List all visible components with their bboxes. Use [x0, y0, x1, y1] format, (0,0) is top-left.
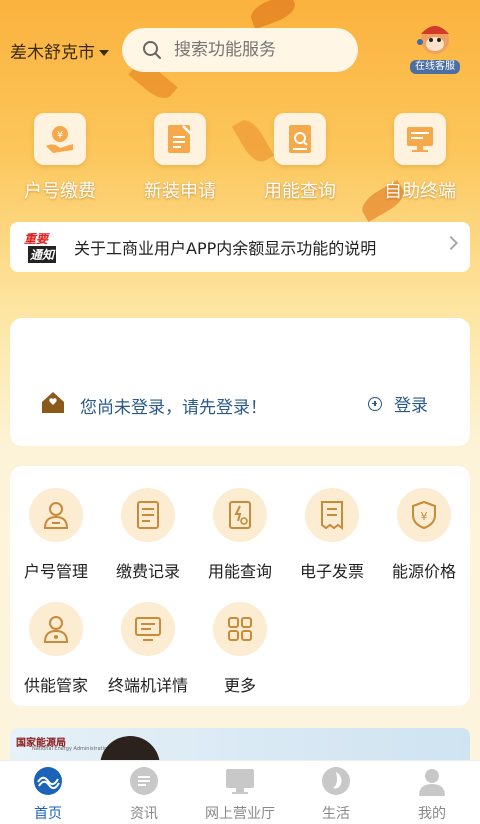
plus-circle-icon: [368, 396, 382, 411]
hand-yen-icon: ¥: [34, 113, 86, 165]
search-input[interactable]: [174, 40, 354, 60]
search-bar[interactable]: [122, 28, 358, 72]
tab-label: 首页: [34, 806, 62, 822]
city-name: 差木舒克市: [10, 43, 95, 63]
service-label: 能源价格: [391, 562, 456, 581]
grid-icon: [213, 602, 267, 656]
steward-icon: [29, 602, 83, 656]
life-icon: [320, 765, 352, 797]
service-payment-records[interactable]: 缴费记录: [102, 488, 194, 582]
service-label: 供能管家: [23, 676, 88, 695]
service-label: 终端机详情: [107, 676, 188, 695]
service-usage-query[interactable]: 用能查询: [194, 488, 286, 582]
profile-icon: [416, 765, 448, 797]
login-button[interactable]: 登录: [368, 391, 428, 416]
tab-profile[interactable]: 我的: [384, 761, 480, 824]
login-card: 您尚未登录，请先登录！ 登录: [10, 318, 470, 446]
search-icon: [143, 41, 161, 59]
home-logo-icon: [32, 765, 64, 797]
lightning-search-icon: [213, 488, 267, 542]
svg-text:¥: ¥: [57, 130, 63, 141]
service-more[interactable]: 更多: [194, 602, 286, 696]
tab-life[interactable]: 生活: [288, 761, 384, 824]
service-account-management[interactable]: 户号管理: [10, 488, 102, 582]
quick-action-new-install[interactable]: 新装申请: [120, 113, 240, 203]
tab-online-service-hall[interactable]: 网上营业厅: [192, 761, 288, 824]
quick-action-usage-query[interactable]: 用能查询: [240, 113, 360, 203]
tab-label: 生活: [322, 806, 350, 822]
service-label: 缴费记录: [115, 562, 180, 581]
city-selector[interactable]: 差木舒克市: [10, 38, 109, 63]
doc-search-icon: [274, 113, 326, 165]
record-doc-icon: [121, 488, 175, 542]
terminal-icon: [121, 602, 175, 656]
quick-action-label: 户号缴费: [24, 181, 96, 202]
quick-action-label: 新装申请: [144, 181, 216, 202]
quick-action-label: 用能查询: [264, 181, 336, 202]
notice-text: 关于工商业用户APP内余额显示功能的说明: [74, 239, 377, 258]
service-label: 户号管理: [23, 562, 88, 581]
quick-action-pay[interactable]: ¥ 户号缴费: [0, 113, 120, 203]
top-header: 差木舒克市 在线客服: [0, 26, 480, 74]
news-icon: [128, 765, 160, 797]
service-terminal-details[interactable]: 终端机详情: [102, 602, 194, 696]
tab-label: 我的: [418, 806, 446, 822]
home-icon: [42, 392, 64, 413]
tab-news[interactable]: 资讯: [96, 761, 192, 824]
svg-text:¥: ¥: [421, 510, 428, 523]
service-label: 电子发票: [299, 562, 364, 581]
login-button-label: 登录: [394, 396, 428, 416]
tab-home[interactable]: 首页: [0, 761, 96, 824]
monitor-icon: [394, 113, 446, 165]
badge-top-text: 重要: [24, 232, 49, 246]
service-label: 更多: [223, 676, 256, 695]
customer-service-button[interactable]: 在线客服: [408, 20, 462, 76]
person-icon: [29, 488, 83, 542]
quick-action-label: 自助终端: [384, 181, 456, 202]
service-label: 用能查询: [207, 562, 272, 581]
tab-label: 资讯: [130, 806, 158, 822]
decorative-leaf: [247, 0, 299, 30]
service-energy-price[interactable]: ¥ 能源价格: [378, 488, 470, 582]
service-energy-steward[interactable]: 供能管家: [10, 602, 102, 696]
invoice-icon: [305, 488, 359, 542]
quick-action-self-terminal[interactable]: 自助终端: [360, 113, 480, 203]
chevron-right-icon: [443, 235, 459, 251]
service-e-invoice[interactable]: 电子发票: [286, 488, 378, 582]
important-notice-badge: 重要 通知: [24, 230, 60, 264]
service-hall-icon: [224, 765, 256, 797]
badge-bottom-text: 通知: [28, 246, 57, 263]
shield-yen-icon: ¥: [397, 488, 451, 542]
customer-service-label: 在线客服: [410, 60, 460, 74]
services-card: 户号管理 缴费记录 用能查询 电子发票 ¥ 能源价格 供能管家 终端机详情 更多: [10, 466, 470, 706]
banner-org-en: National Energy Administration: [32, 746, 111, 752]
tab-label: 网上营业厅: [205, 806, 275, 822]
bottom-tab-bar: 首页 资讯 网上营业厅 生活 我的: [0, 760, 480, 824]
mascot-icon: [417, 26, 449, 54]
wrench-doc-icon: [154, 113, 206, 165]
login-prompt: 您尚未登录，请先登录！: [80, 398, 267, 418]
notice-bar[interactable]: 重要 通知 关于工商业用户APP内余额显示功能的说明: [10, 222, 470, 272]
caret-down-icon: [99, 50, 109, 56]
quick-actions: ¥ 户号缴费 新装申请 用能查询 自助终端: [0, 113, 480, 203]
